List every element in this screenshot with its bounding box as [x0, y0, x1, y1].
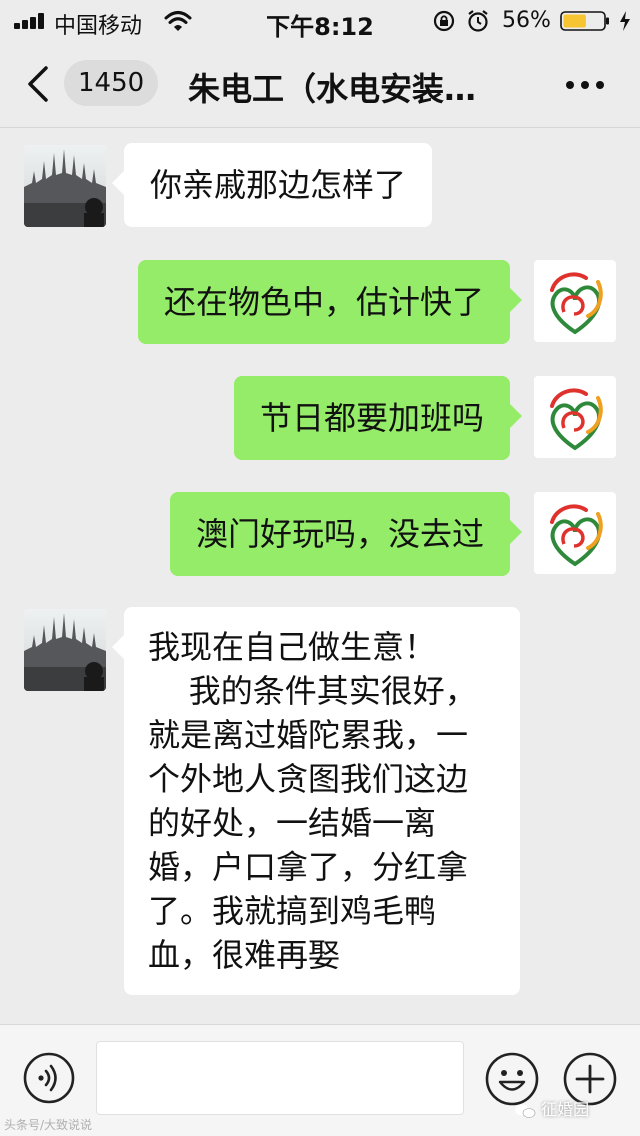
message-line: 个外地人贪图我们这边: [148, 760, 469, 798]
message-line: 了。我就搞到鸡毛鸭: [148, 892, 437, 930]
message-bubble[interactable]: 还在物色中，估计快了: [137, 260, 523, 344]
battery-percent: 56%: [502, 8, 551, 33]
message-line: 血，很难再娶: [148, 936, 341, 974]
my-avatar[interactable]: [534, 260, 616, 342]
my-avatar[interactable]: [534, 492, 616, 574]
unread-count-badge[interactable]: 1450: [64, 60, 159, 106]
message-bubble[interactable]: 你亲戚那边怎样了: [111, 143, 433, 227]
chat-title: 朱电工（水电安装…: [188, 70, 477, 108]
contact-avatar[interactable]: [24, 609, 106, 691]
message-text: 还在物色中，估计快了: [163, 283, 484, 321]
wechat-icon: [515, 1104, 536, 1118]
chevron-left-icon[interactable]: [24, 64, 52, 104]
alarm-icon: [468, 10, 488, 32]
message-bubble[interactable]: 节日都要加班吗: [233, 376, 523, 460]
message-text: 澳门好玩吗，没去过: [195, 515, 484, 553]
charging-icon: [620, 11, 630, 31]
message-list: 你亲戚那边怎样了 还在物色中，估计快了 节日都要加班吗 澳门好玩吗，没去过 我现…: [0, 129, 640, 1024]
message-text: 节日都要加班吗: [259, 399, 484, 437]
message-line: 就是离过婚陀累我，一: [148, 716, 469, 754]
message-line: 我现在自己做生意！: [148, 628, 437, 666]
rotation-lock-icon: [433, 10, 455, 32]
contact-avatar[interactable]: [24, 145, 106, 227]
my-avatar[interactable]: [534, 376, 616, 458]
message-input[interactable]: [96, 1041, 464, 1115]
message-line: 的好处，一结婚一离: [148, 804, 437, 842]
message-line: 婚，户口拿了，分红拿: [148, 848, 469, 886]
watermark-right: 征婚园: [514, 1096, 589, 1120]
message-bubble[interactable]: 澳门好玩吗，没去过: [169, 492, 523, 576]
message-bubble[interactable]: 我现在自己做生意！ 我的条件其实很好， 就是离过婚陀累我，一 个外地人贪图我们这…: [112, 607, 520, 995]
watermark-left: 头条号/大致说说: [4, 1118, 93, 1132]
message-text: 你亲戚那边怎样了: [150, 166, 407, 204]
more-dots-icon[interactable]: [560, 70, 610, 100]
voice-icon[interactable]: [22, 1051, 76, 1105]
chat-header: 1450 朱电工（水电安装…: [0, 40, 640, 128]
status-bar: 中国移动 下午8:12 56%: [0, 0, 640, 41]
battery-icon: [560, 11, 609, 31]
watermark-text: 征婚园: [541, 1100, 590, 1119]
message-line: 我的条件其实很好，: [148, 672, 477, 710]
